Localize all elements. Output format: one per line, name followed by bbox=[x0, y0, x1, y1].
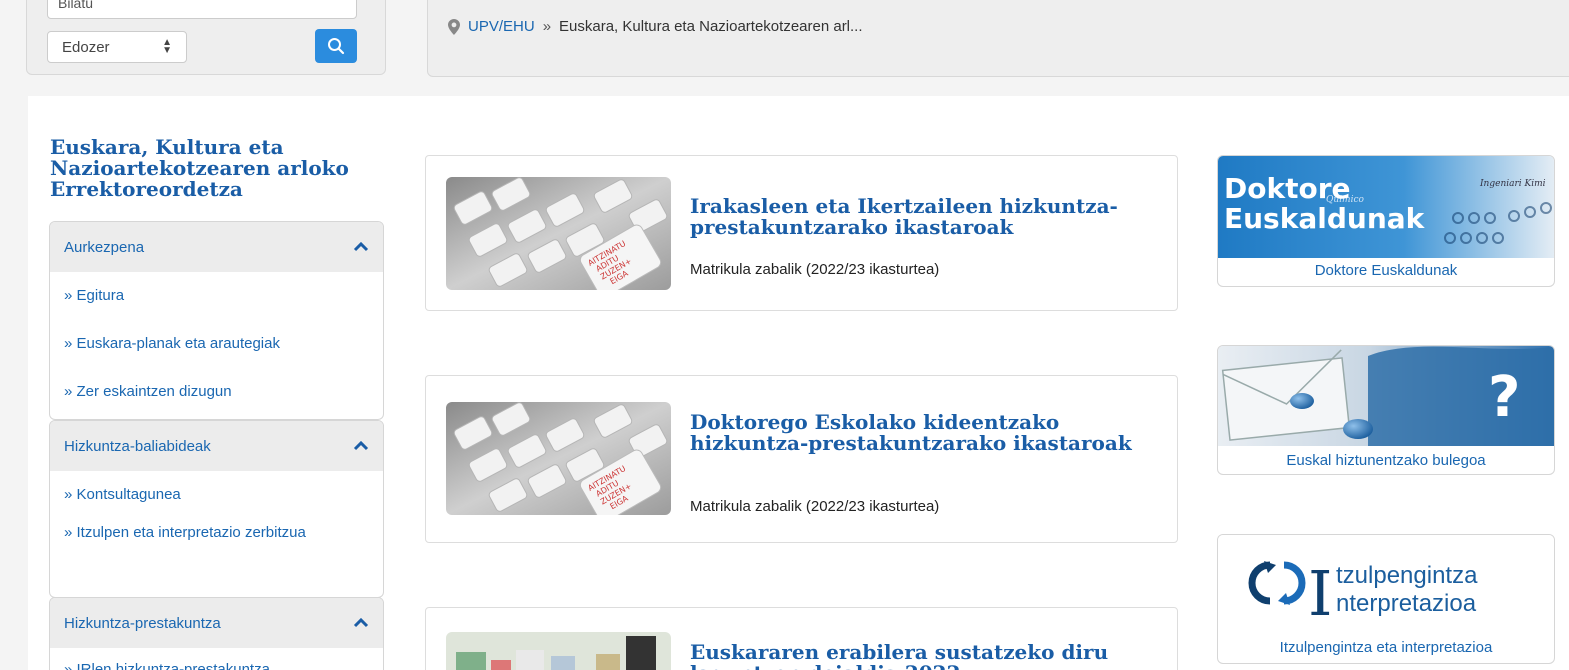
card-title-link[interactable]: Euskararen erabilera sustatzeko diru lag… bbox=[690, 642, 1160, 670]
news-card[interactable]: Euskararen erabilera sustatzeko diru lag… bbox=[425, 607, 1178, 670]
card-subtitle: Matrikula zabalik (2022/23 ikasturtea) bbox=[690, 498, 940, 515]
accordion-label: Hizkuntza-baliabideak bbox=[64, 437, 211, 455]
search-scope-select[interactable]: Edozer ▲ ▼ bbox=[47, 31, 187, 63]
breadcrumb-home-link[interactable]: UPV/EHU bbox=[468, 18, 535, 35]
news-card[interactable]: AITZINATU ADITU ZUZEN+ EIGA Doktorego Es… bbox=[425, 375, 1178, 543]
question-mark-icon: ? bbox=[1488, 365, 1520, 430]
accordion-header-hizkuntza-baliabideak[interactable]: Hizkuntza-baliabideak bbox=[50, 421, 383, 471]
accordion-header-hizkuntza-prestakuntza[interactable]: Hizkuntza-prestakuntza bbox=[50, 598, 383, 648]
breadcrumb-bar: UPV/EHU » Euskara, Kultura eta Nazioarte… bbox=[427, 0, 1569, 77]
itzulpengintza-logo: I tzulpengintza nterpretazioa bbox=[1218, 535, 1554, 630]
sidebar-title: Euskara, Kultura eta Nazioartekotzearen … bbox=[50, 135, 349, 201]
widget-caption[interactable]: Doktore Euskaldunak bbox=[1218, 262, 1554, 279]
books-image bbox=[446, 632, 671, 670]
logo-initial: I bbox=[1308, 557, 1333, 630]
select-arrows-icon: ▲ ▼ bbox=[162, 37, 172, 56]
breadcrumb: UPV/EHU » Euskara, Kultura eta Nazioarte… bbox=[448, 18, 863, 35]
sidebar-item-itzulpen-zerbitzua[interactable]: » Itzulpen eta interpretazio zerbitzua bbox=[50, 521, 350, 545]
logo-line2: nterpretazioa bbox=[1336, 590, 1477, 617]
sidebar-item-irlen-prestakuntza[interactable]: » IRlen hizkuntza-prestakuntza bbox=[50, 658, 383, 670]
accordion-aurkezpena: Aurkezpena » Egitura » Euskara-planak et… bbox=[49, 221, 384, 420]
logo-line1: tzulpengintza bbox=[1336, 562, 1478, 589]
search-panel: Bilatu Edozer ▲ ▼ bbox=[26, 0, 386, 75]
chevron-up-icon bbox=[353, 618, 369, 628]
search-button[interactable] bbox=[315, 29, 357, 63]
card-title-link[interactable]: Irakasleen eta Ikertzaileen hizkuntza-pr… bbox=[690, 196, 1160, 238]
keyboard-image: AITZINATU ADITU ZUZEN+ EIGA bbox=[446, 177, 671, 290]
card-subtitle: Matrikula zabalik (2022/23 ikasturtea) bbox=[690, 261, 940, 278]
accordion-header-aurkezpena[interactable]: Aurkezpena bbox=[50, 222, 383, 272]
envelope-question-banner: ? bbox=[1218, 346, 1554, 446]
breadcrumb-current: Euskara, Kultura eta Nazioartekotzearen … bbox=[559, 18, 863, 35]
search-input[interactable]: Bilatu bbox=[47, 0, 357, 19]
map-pin-icon bbox=[448, 18, 460, 35]
widget-euskal-hiztunentzako-bulegoa[interactable]: ? Euskal hiztunentzako bulegoa bbox=[1217, 345, 1555, 475]
widget-caption[interactable]: Euskal hiztunentzako bulegoa bbox=[1218, 452, 1554, 469]
doktore-euskaldunak-banner: Quimico Ingeniari Kimi Doktore Euskaldun… bbox=[1218, 156, 1554, 258]
search-scope-value: Edozer bbox=[62, 38, 110, 56]
breadcrumb-separator: » bbox=[542, 18, 552, 35]
card-title-link[interactable]: Doktorego Eskolako kideentzako hizkuntza… bbox=[690, 412, 1160, 454]
accordion-label: Hizkuntza-prestakuntza bbox=[64, 614, 221, 632]
banner-title-line2: Euskaldunak bbox=[1224, 202, 1426, 235]
keyboard-image: AITZINATU ADITU ZUZEN+ EIGA bbox=[446, 402, 671, 515]
sidebar-item-euskara-planak[interactable]: » Euskara-planak eta arautegiak bbox=[50, 332, 383, 356]
accordion-label: Aurkezpena bbox=[64, 238, 145, 256]
banner-small-text: Ingeniari Kimi bbox=[1479, 179, 1546, 189]
chevron-up-icon bbox=[353, 441, 369, 451]
search-icon bbox=[328, 38, 345, 55]
news-card[interactable]: AITZINATU ADITU ZUZEN+ EIGA Irakasleen e… bbox=[425, 155, 1178, 311]
accordion-hizkuntza-prestakuntza: Hizkuntza-prestakuntza » IRlen hizkuntza… bbox=[49, 597, 384, 670]
banner-title-line1: Doktore bbox=[1224, 172, 1351, 205]
chevron-up-icon bbox=[353, 242, 369, 252]
widget-doktore-euskaldunak[interactable]: Quimico Ingeniari Kimi Doktore Euskaldun… bbox=[1217, 155, 1555, 287]
sidebar-item-kontsultagunea[interactable]: » Kontsultagunea bbox=[50, 483, 383, 507]
sidebar-item-egitura[interactable]: » Egitura bbox=[50, 284, 383, 308]
widget-caption[interactable]: Itzulpengintza eta interpretazioa bbox=[1218, 639, 1554, 656]
accordion-hizkuntza-baliabideak: Hizkuntza-baliabideak » Kontsultagunea »… bbox=[49, 420, 384, 598]
widget-itzulpengintza[interactable]: I tzulpengintza nterpretazioa Itzulpengi… bbox=[1217, 534, 1555, 664]
sidebar-item-zer-eskaintzen[interactable]: » Zer eskaintzen dizugun bbox=[50, 380, 383, 404]
